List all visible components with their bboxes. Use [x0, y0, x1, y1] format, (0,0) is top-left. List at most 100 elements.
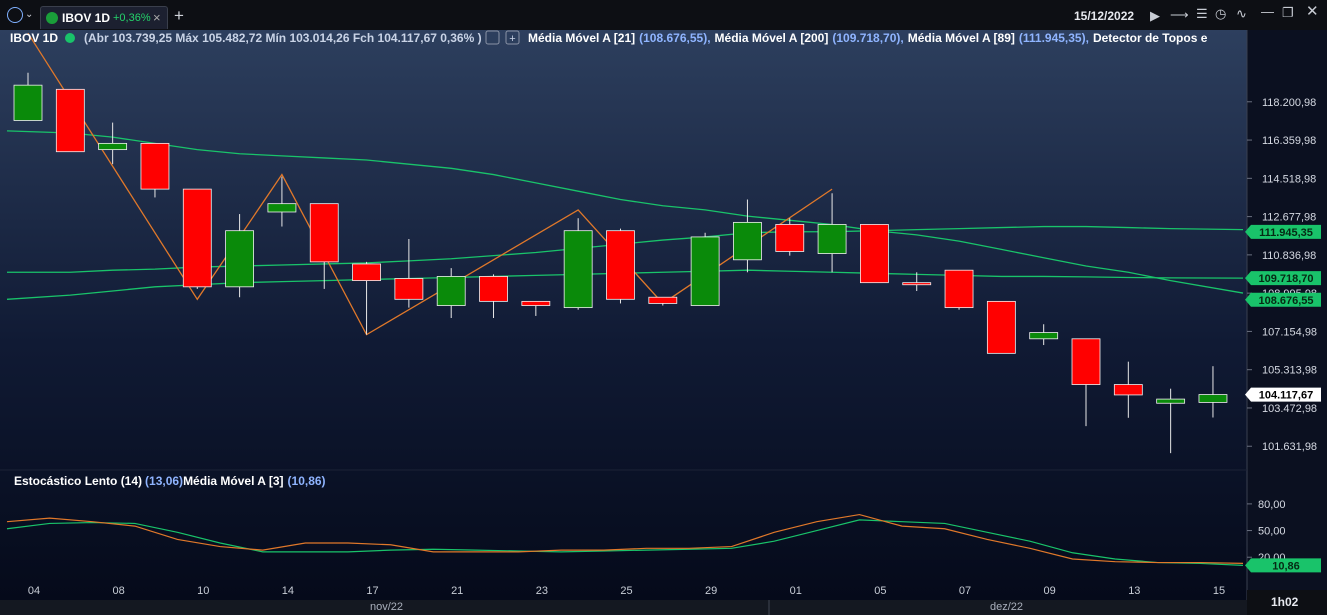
time-tick-label: 13	[1128, 585, 1140, 597]
stoch-badge: 10,86	[1272, 560, 1300, 572]
date-label: 15/12/2022	[1074, 9, 1135, 23]
time-tick-label: 25	[620, 585, 632, 597]
legend-detector: Detector de Topos e	[1093, 31, 1208, 45]
time-tick-label: 15	[1213, 585, 1225, 597]
time-tick-label: 01	[790, 585, 802, 597]
time-tick-label: 23	[536, 585, 548, 597]
time-tick-label: 05	[874, 585, 886, 597]
candle-body	[817, 224, 847, 254]
minimize-icon[interactable]: —	[1261, 5, 1274, 19]
candle-body	[267, 203, 297, 213]
candle-body	[902, 282, 932, 286]
value-badge: 108.676,55	[1258, 295, 1313, 307]
price-tick-label: 112.677,98	[1262, 212, 1316, 224]
chevron-down-icon[interactable]: ⌄	[25, 8, 33, 22]
brazil-flag-icon	[46, 12, 58, 24]
settings-icon[interactable]: ☰	[1196, 7, 1208, 21]
candle-body	[775, 224, 805, 252]
legend-ma89: Média Móvel A [89]	[908, 31, 1015, 45]
candle-body	[182, 188, 212, 288]
candle-body	[986, 300, 1016, 354]
share-icon[interactable]: ⟶	[1170, 8, 1189, 22]
value-badge: 109.718,70	[1258, 273, 1313, 285]
price-tick-label: 107.154,98	[1262, 326, 1317, 338]
chart-tab[interactable]: IBOV 1D +0,36% ×	[40, 6, 168, 29]
candle-body	[394, 278, 424, 300]
stoch-legend-name: Estocástico Lento (14)	[14, 474, 142, 488]
legend-indicators: Média Móvel A [21] (108.676,55), Média Móv…	[528, 31, 1208, 45]
candle-body	[860, 224, 889, 284]
stoch-legend: Estocástico Lento (14) (13,06)Média Móvel…	[14, 474, 326, 488]
candle-body	[648, 296, 678, 304]
time-tick-label: 29	[705, 585, 717, 597]
tab-change: +0,36%	[113, 12, 151, 24]
candle-body	[1071, 338, 1101, 385]
legend-ma21: Média Móvel A [21]	[528, 31, 635, 45]
timer-label: 1h02	[1271, 595, 1299, 609]
clock-icon[interactable]	[7, 7, 23, 23]
price-tick-label: 114.518,98	[1262, 173, 1316, 185]
candle-body	[521, 300, 551, 306]
timer-icon[interactable]: ◷	[1215, 7, 1226, 21]
candle-body	[606, 230, 635, 300]
trend-icon[interactable]: ∿	[1236, 7, 1247, 21]
time-tick-label: 17	[366, 585, 378, 597]
candle-body	[55, 88, 85, 153]
month-label-2: dez/22	[990, 601, 1024, 613]
time-tick-label: 07	[959, 585, 971, 597]
stoch-legend-val: (13,06)	[145, 474, 183, 488]
time-tick-label: 09	[1044, 585, 1056, 597]
add-tab-button[interactable]: +	[174, 6, 184, 26]
candle-body	[352, 263, 381, 281]
live-dot-icon	[65, 33, 75, 43]
candle-body	[1156, 398, 1186, 404]
stoch-tick-label: 80,00	[1258, 499, 1286, 511]
time-tick-label: 08	[113, 585, 125, 597]
candle-body	[1029, 332, 1059, 340]
axis-background	[1247, 30, 1327, 600]
candle-body	[479, 276, 508, 302]
candle-body	[13, 84, 43, 121]
price-tick-label: 101.631,98	[1262, 441, 1317, 453]
price-chart[interactable]: 118.200,98 116.359,98 114.518,98 112.677,98…	[0, 30, 1327, 600]
legend-ma200-val: (109.718,70),	[832, 31, 903, 45]
top-toolbar: ⌄ IBOV 1D +0,36% × + 15/12/2022 ▶ ⟶ ☰ ◷ …	[0, 0, 1327, 31]
time-tick-label: 21	[451, 585, 463, 597]
value-badge: 111.945,35	[1259, 227, 1313, 239]
restore-icon[interactable]: ❐	[1282, 6, 1294, 20]
price-tick-label: 110.836,98	[1262, 250, 1316, 262]
candle-body	[225, 230, 255, 288]
tab-close-icon[interactable]: ×	[153, 10, 161, 25]
candle-body	[690, 236, 720, 306]
legend-ohlc: (Abr 103.739,25 Máx 105.482,72 Mín 103.0…	[84, 31, 482, 45]
candle-body	[1113, 384, 1143, 396]
candle-body	[140, 142, 170, 190]
price-tick-label: 116.359,98	[1262, 135, 1316, 147]
candle-body	[733, 221, 762, 261]
candle-body	[563, 230, 593, 309]
legend-add-icon: +	[509, 33, 515, 45]
legend-ma21-val: (108.676,55),	[639, 31, 710, 45]
month-label-1: nov/22	[370, 601, 404, 613]
candle-body	[98, 142, 128, 151]
time-tick-label: 10	[197, 585, 209, 597]
plot-background	[0, 30, 1247, 600]
candle-body	[1198, 394, 1228, 403]
legend-ma89-val: (111.945,35),	[1019, 31, 1089, 45]
price-tick-label: 103.472,98	[1262, 403, 1317, 415]
value-badge: 104.117,67	[1259, 390, 1313, 402]
price-tick-label: 118.200,98	[1262, 97, 1316, 109]
tab-label: IBOV 1D	[62, 11, 111, 25]
time-tick-label: 14	[282, 585, 294, 597]
stoch-tick-label: 50,00	[1258, 526, 1286, 538]
time-axis: 04 08 10 14 17 21 23 25 29 01 05 07 09 13 15	[28, 585, 1225, 597]
candle-body	[309, 203, 339, 263]
candle-body	[944, 269, 974, 309]
close-icon[interactable]: ✕	[1306, 4, 1319, 19]
legend-symbol: IBOV 1D	[10, 31, 58, 45]
legend-ma200: Média Móvel A [200]	[715, 31, 829, 45]
play-icon[interactable]: ▶	[1150, 9, 1160, 23]
price-tick-label: 105.313,98	[1262, 365, 1317, 377]
time-tick-label: 04	[28, 585, 40, 597]
bottom-bar: nov/22 dez/22 1h02	[0, 590, 1327, 615]
